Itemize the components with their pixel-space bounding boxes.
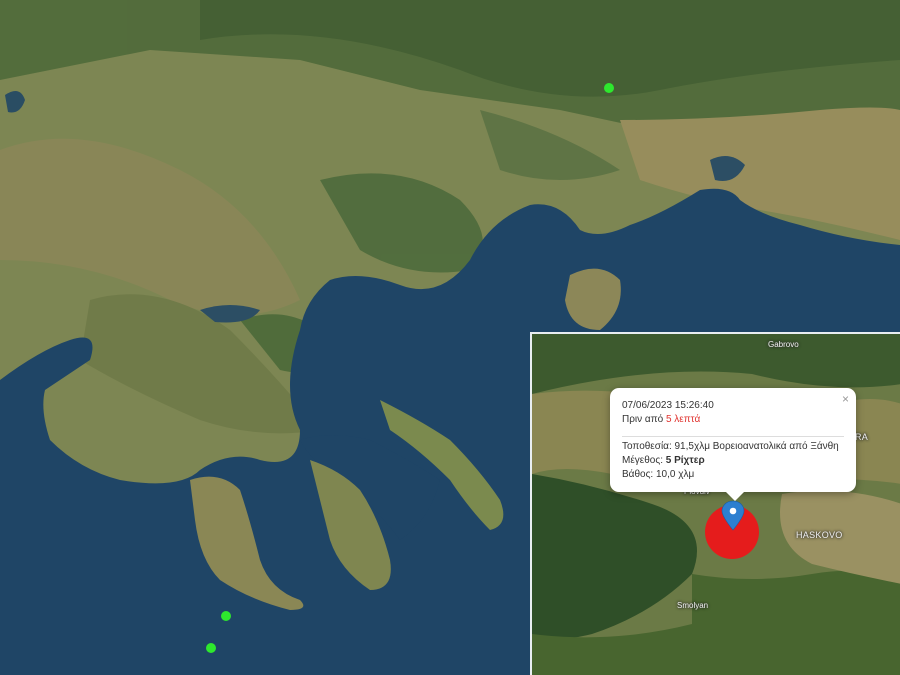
quake-datetime: 07/06/2023 15:26:40 <box>622 400 714 411</box>
popup-divider <box>622 436 844 437</box>
time-ago-value: 5 λεπτά <box>665 414 701 425</box>
recent-quake-dot[interactable] <box>221 611 231 621</box>
magnitude-label: Μέγεθος: <box>622 455 666 466</box>
depth-label: Βάθος: <box>622 469 656 480</box>
close-icon[interactable]: × <box>842 392 849 406</box>
earthquake-info-popup: × 07/06/2023 15:26:40 Πριν από 5 λεπτά Τ… <box>610 388 856 501</box>
place-label-smolyan: Smolyan <box>677 601 709 610</box>
quake-depth: Βάθος: 10,0 χλμ <box>622 469 694 480</box>
recent-quake-dot[interactable] <box>206 643 216 653</box>
location-value: 91,5χλμ Βορειοανατολικά από Ξάνθη <box>674 441 839 452</box>
inset-map[interactable]: Gabrovo RA Plovdiv HASKOVO Smolyan × 07/… <box>530 332 900 675</box>
location-label: Τοποθεσία: <box>622 441 675 452</box>
quake-location: Τοποθεσία: 91,5χλμ Βορειοανατολικά από Ξ… <box>622 441 839 452</box>
place-label-zagora: RA <box>855 432 869 442</box>
depth-value: 10,0 χλμ <box>655 469 695 480</box>
quake-time-ago: Πριν από 5 λεπτά <box>622 414 700 425</box>
magnitude-value: 5 Ρίχτερ <box>665 455 705 466</box>
recent-quake-dot[interactable] <box>604 83 614 93</box>
place-label-gabrovo: Gabrovo <box>768 340 799 349</box>
time-ago-prefix: Πριν από <box>622 414 666 425</box>
quake-magnitude: Μέγεθος: 5 Ρίχτερ <box>622 455 705 466</box>
place-label-haskovo: HASKOVO <box>796 530 843 540</box>
inset-terrain <box>532 334 900 675</box>
